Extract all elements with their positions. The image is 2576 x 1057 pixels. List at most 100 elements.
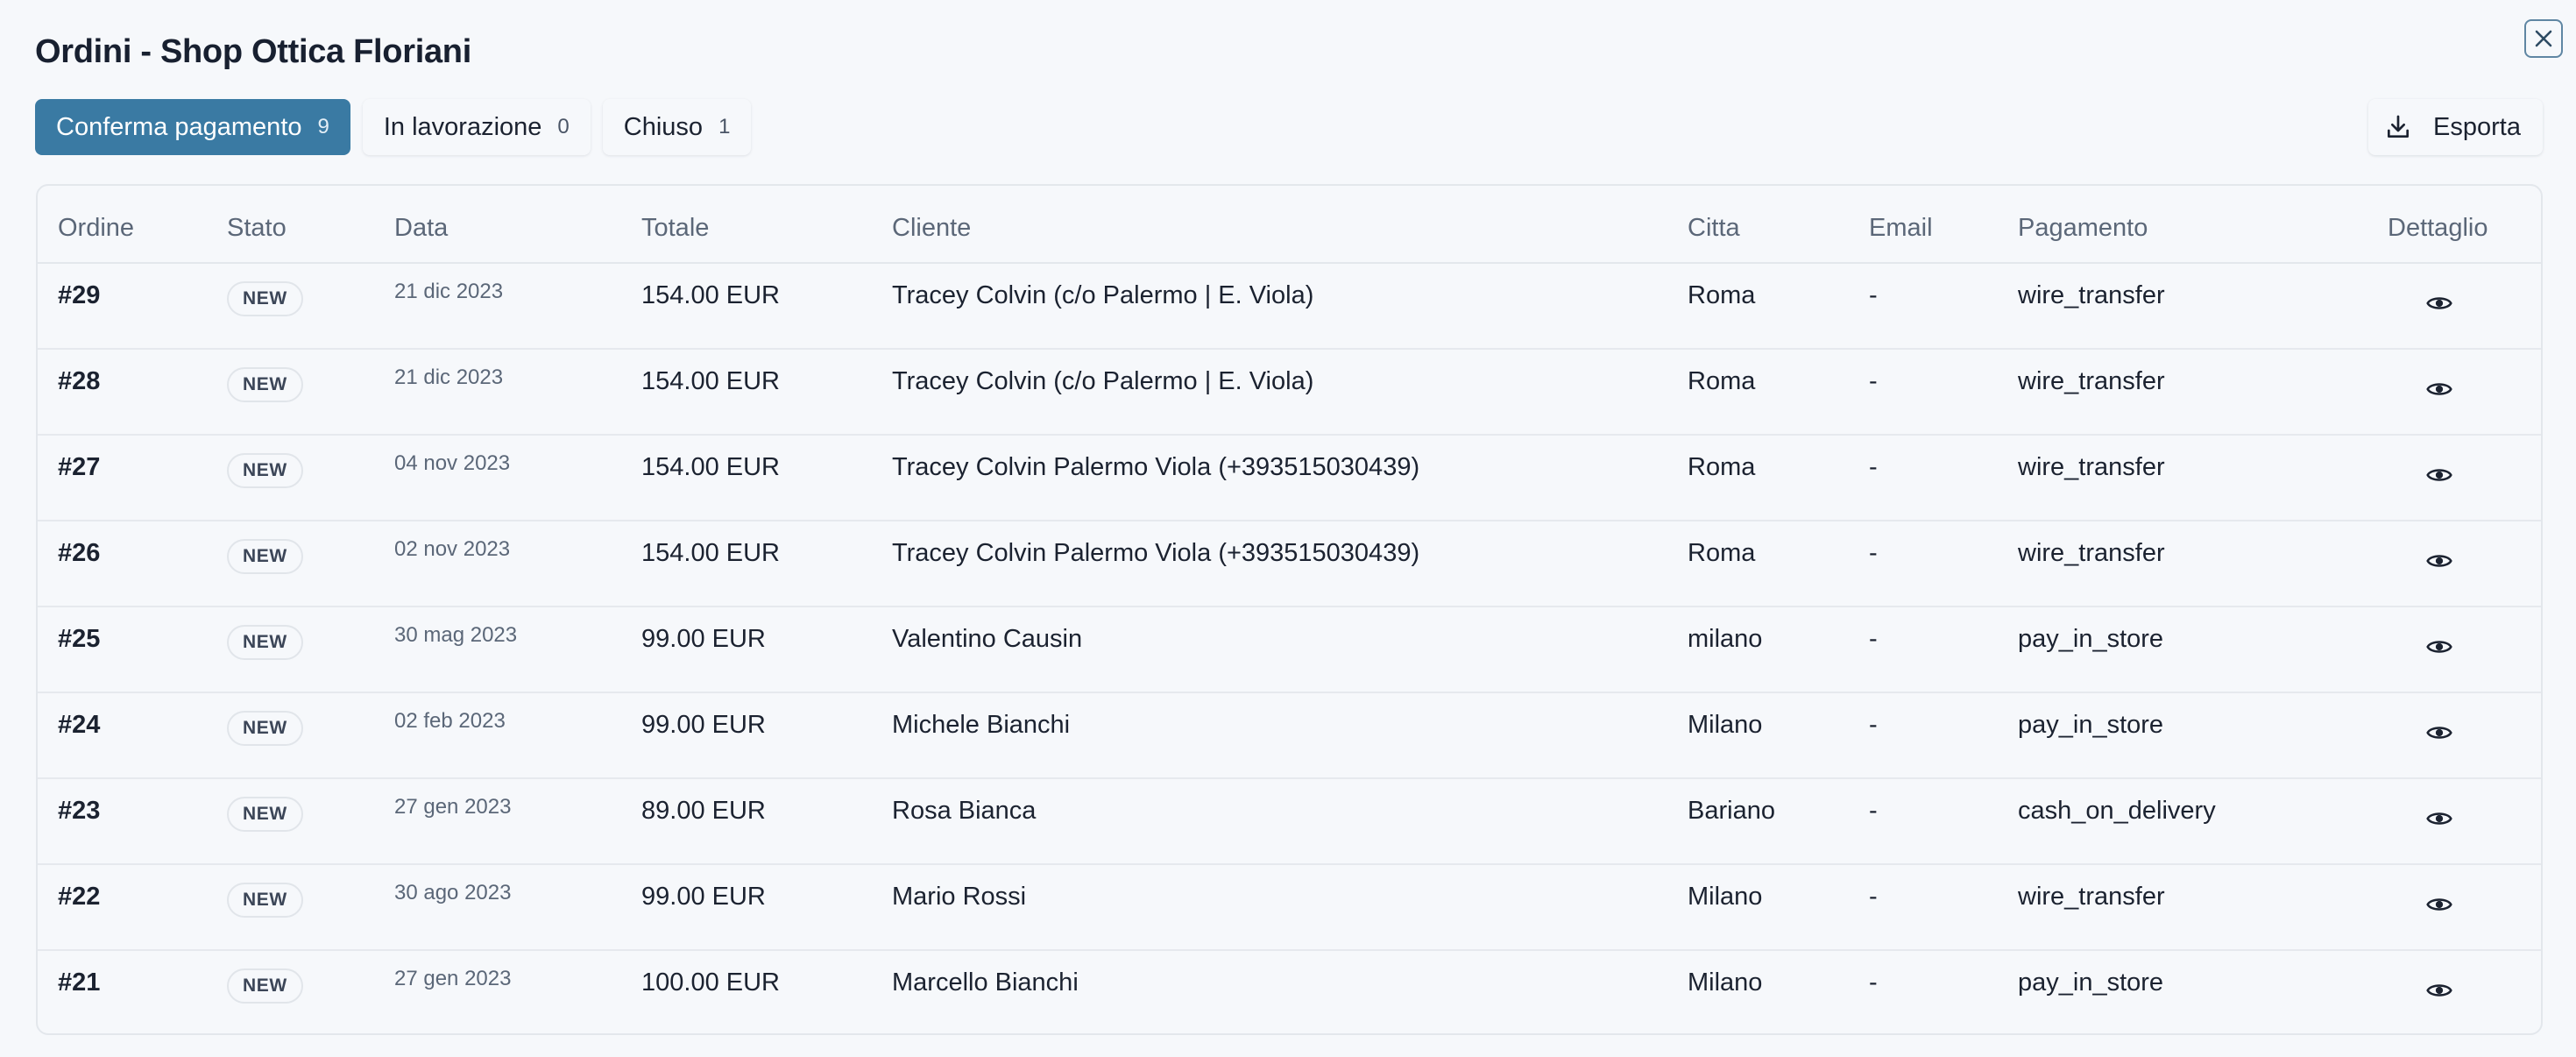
order-total: 154.00 EUR xyxy=(641,367,780,395)
status-badge: NEW xyxy=(227,453,303,488)
order-total: 99.00 EUR xyxy=(641,711,766,739)
client-email: - xyxy=(1869,711,1878,739)
order-number: #25 xyxy=(58,625,101,653)
tab-count: 0 xyxy=(557,115,570,138)
table-row[interactable]: #26 02 nov 2023 154.00 EUR Tracey Colvin Pa… xyxy=(38,521,2541,607)
order-number: #24 xyxy=(58,711,101,739)
header-data[interactable]: Data xyxy=(394,214,448,243)
client-name: Tracey Colvin (c/o Palermo | E. Viola) xyxy=(892,367,1314,395)
table-row[interactable]: #21 27 gen 2023 100.00 EUR Marcello Bianchi… xyxy=(38,951,2541,1037)
export-button[interactable]: Esporta xyxy=(2368,99,2543,155)
close-icon xyxy=(2535,30,2552,47)
header-dettaglio: Dettaglio xyxy=(2388,214,2488,242)
download-icon xyxy=(2388,115,2409,138)
order-number: #29 xyxy=(58,281,101,309)
eye-icon[interactable] xyxy=(2425,461,2453,489)
client-city: Roma xyxy=(1688,281,1756,309)
header-ordine[interactable]: Ordine xyxy=(58,214,134,243)
header-email[interactable]: Email xyxy=(1869,214,1933,243)
order-number: #22 xyxy=(58,883,101,911)
client-name: Tracey Colvin Palermo Viola (+3935150304… xyxy=(892,453,1420,481)
header-citta[interactable]: Citta xyxy=(1688,214,1740,243)
eye-icon[interactable] xyxy=(2425,890,2453,919)
payment-method: wire_transfer xyxy=(2018,539,2165,567)
tab-label: In lavorazione xyxy=(383,112,542,141)
payment-method: pay_in_store xyxy=(2018,968,2164,997)
status-badge: NEW xyxy=(227,883,303,918)
eye-icon[interactable] xyxy=(2425,375,2453,403)
table-row[interactable]: #29 21 dic 2023 154.00 EUR Tracey Colvin (c… xyxy=(38,264,2541,350)
order-date: 27 gen 2023 xyxy=(394,967,512,990)
client-city: Roma xyxy=(1688,453,1756,481)
order-total: 99.00 EUR xyxy=(641,883,766,911)
table-row[interactable]: #22 30 ago 2023 99.00 EUR Mario Rossi Milano… xyxy=(38,865,2541,951)
order-number: #28 xyxy=(58,367,101,395)
eye-icon[interactable] xyxy=(2425,289,2453,317)
client-name: Michele Bianchi xyxy=(892,711,1071,739)
tab-count: 1 xyxy=(718,115,731,138)
order-number: #23 xyxy=(58,797,101,825)
client-email: - xyxy=(1869,281,1878,309)
client-city: Bariano xyxy=(1688,797,1775,825)
table-row[interactable]: #23 27 gen 2023 89.00 EUR Rosa Bianca Barian… xyxy=(38,779,2541,865)
tab-in-lavorazione[interactable]: In lavorazione 0 xyxy=(362,99,591,155)
eye-icon[interactable] xyxy=(2425,719,2453,747)
orders-table: Ordine Stato Data Totale Cliente Citta E… xyxy=(36,184,2543,1035)
header-totale[interactable]: Totale xyxy=(641,214,709,243)
payment-method: wire_transfer xyxy=(2018,883,2165,911)
client-name: Tracey Colvin Palermo Viola (+3935150304… xyxy=(892,539,1420,567)
page-title: Ordini - Shop Ottica Floriani xyxy=(35,33,471,70)
client-name: Valentino Causin xyxy=(892,625,1083,653)
eye-icon[interactable] xyxy=(2425,805,2453,833)
table-row[interactable]: #24 02 feb 2023 99.00 EUR Michele Bianchi Mi… xyxy=(38,693,2541,779)
table-row[interactable]: #28 21 dic 2023 154.00 EUR Tracey Colvin (c… xyxy=(38,350,2541,436)
client-email: - xyxy=(1869,625,1878,653)
client-city: Roma xyxy=(1688,367,1756,395)
client-email: - xyxy=(1869,367,1878,395)
tab-conferma-pagamento[interactable]: Conferma pagamento 9 xyxy=(35,99,350,155)
eye-icon[interactable] xyxy=(2425,633,2453,661)
export-label: Esporta xyxy=(2433,112,2521,141)
order-date: 21 dic 2023 xyxy=(394,365,504,389)
payment-method: wire_transfer xyxy=(2018,453,2165,481)
client-city: milano xyxy=(1688,625,1763,653)
client-email: - xyxy=(1869,968,1878,997)
order-number: #27 xyxy=(58,453,101,481)
client-email: - xyxy=(1869,797,1878,825)
header-stato[interactable]: Stato xyxy=(227,214,287,243)
order-total: 99.00 EUR xyxy=(641,625,766,653)
tab-chiuso[interactable]: Chiuso 1 xyxy=(602,99,752,155)
client-name: Mario Rossi xyxy=(892,883,1027,911)
tab-label: Chiuso xyxy=(623,112,704,141)
header-cliente[interactable]: Cliente xyxy=(892,214,971,243)
client-name: Rosa Bianca xyxy=(892,797,1037,825)
order-total: 154.00 EUR xyxy=(641,281,780,309)
client-city: Milano xyxy=(1688,711,1763,739)
client-city: Roma xyxy=(1688,539,1756,567)
status-badge: NEW xyxy=(227,797,303,832)
order-date: 30 mag 2023 xyxy=(394,623,518,647)
client-email: - xyxy=(1869,883,1878,911)
order-number: #26 xyxy=(58,539,101,567)
payment-method: cash_on_delivery xyxy=(2018,797,2216,825)
order-total: 100.00 EUR xyxy=(641,968,780,997)
client-name: Marcello Bianchi xyxy=(892,968,1079,997)
order-date: 21 dic 2023 xyxy=(394,280,504,303)
eye-icon[interactable] xyxy=(2425,976,2453,1004)
eye-icon[interactable] xyxy=(2425,547,2453,575)
table-row[interactable]: #27 04 nov 2023 154.00 EUR Tracey Colvin Pa… xyxy=(38,436,2541,521)
header-pagamento[interactable]: Pagamento xyxy=(2018,214,2148,243)
payment-method: pay_in_store xyxy=(2018,711,2164,739)
order-date: 02 nov 2023 xyxy=(394,537,511,561)
status-badge: NEW xyxy=(227,539,303,574)
client-city: Milano xyxy=(1688,883,1763,911)
tab-label: Conferma pagamento xyxy=(56,112,302,141)
close-button[interactable] xyxy=(2524,19,2563,58)
tab-count: 9 xyxy=(317,115,329,138)
order-date: 02 feb 2023 xyxy=(394,709,506,733)
order-date: 27 gen 2023 xyxy=(394,795,512,819)
status-badge: NEW xyxy=(227,281,303,316)
order-date: 30 ago 2023 xyxy=(394,881,512,904)
payment-method: wire_transfer xyxy=(2018,281,2165,309)
table-row[interactable]: #25 30 mag 2023 99.00 EUR Valentino Causin m… xyxy=(38,607,2541,693)
